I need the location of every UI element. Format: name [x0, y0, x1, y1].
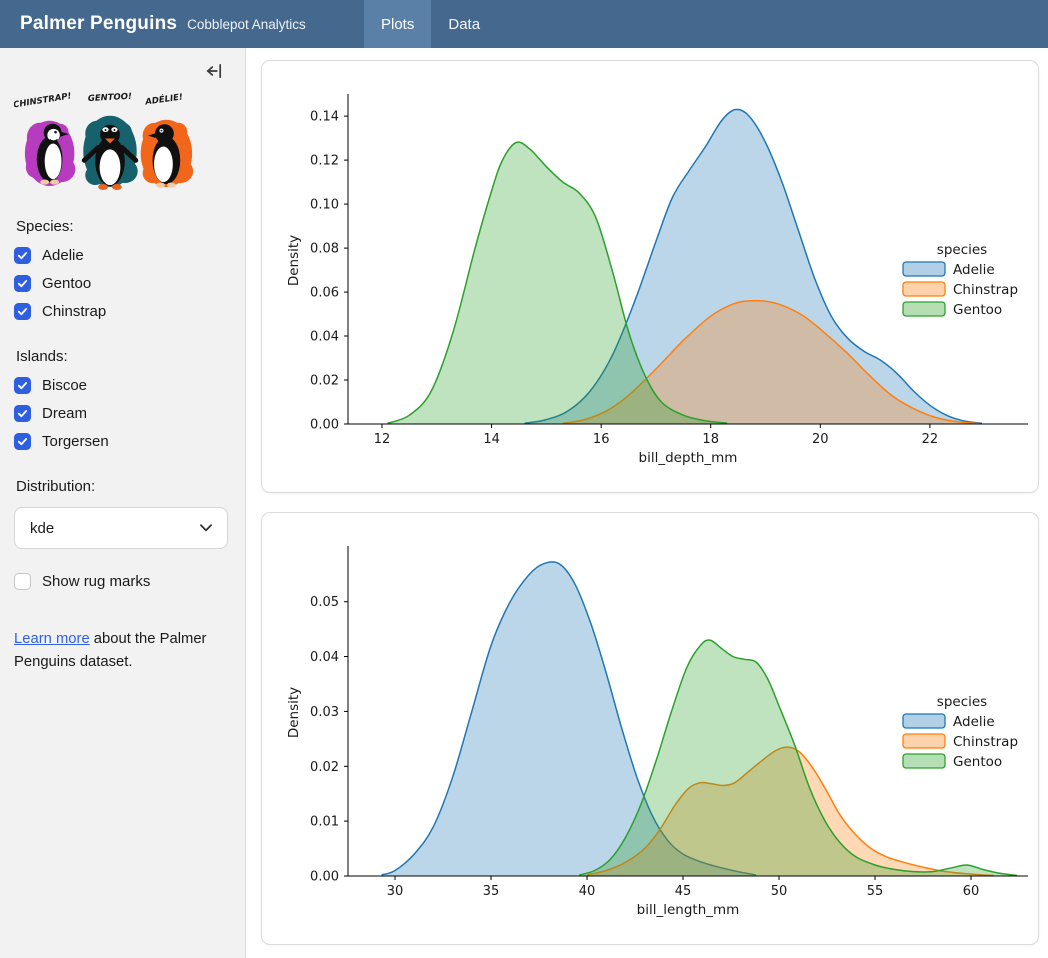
distribution-label: Distribution:	[16, 478, 229, 495]
chinstrap-label: CHINSTRAP!	[14, 91, 72, 110]
check-icon	[17, 380, 28, 391]
checkbox[interactable]	[14, 433, 31, 450]
tab-plots[interactable]: Plots	[364, 0, 431, 48]
tab-data[interactable]: Data	[431, 0, 497, 48]
bill-length-density-plot: 30 35 40 45 50 55 60 0.00 0.01 0.02 0.03 0.04 0.05 bi…	[262, 513, 1038, 926]
svg-text:bill_length_mm: bill_length_mm	[637, 902, 740, 918]
checkbox-label: Gentoo	[42, 275, 91, 292]
svg-text:50: 50	[771, 884, 788, 899]
svg-text:0.01: 0.01	[310, 815, 339, 830]
svg-text:Gentoo: Gentoo	[953, 302, 1002, 318]
svg-text:35: 35	[483, 884, 500, 899]
svg-text:0.05: 0.05	[310, 595, 339, 610]
svg-text:Density: Density	[286, 235, 302, 286]
checkbox[interactable]	[14, 275, 31, 292]
app-subtitle: Cobblepot Analytics	[187, 17, 306, 32]
adelie-label: ADÉLIE!	[144, 90, 184, 107]
gentoo-label: GENTOO!	[88, 92, 133, 104]
bill-length-card: 30 35 40 45 50 55 60 0.00 0.01 0.02 0.03 0.04 0.05 bi…	[261, 512, 1039, 945]
sidebar: CHINSTRAP! GENTOO! ADÉLIE! Species: Adel…	[0, 48, 246, 958]
svg-text:16: 16	[593, 432, 610, 447]
svg-text:40: 40	[579, 884, 596, 899]
svg-text:0.08: 0.08	[310, 242, 339, 257]
distribution-select[interactable]: kde	[14, 507, 228, 549]
main-content: 12 14 16 18 20 22 0.00 0.02 0.04 0.06 0.08 0.10 0.12…	[246, 48, 1048, 958]
svg-text:0.04: 0.04	[310, 650, 339, 665]
learn-more-link[interactable]: Learn more	[14, 631, 90, 647]
bill-depth-card: 12 14 16 18 20 22 0.00 0.02 0.04 0.06 0.08 0.10 0.12…	[261, 60, 1039, 493]
svg-text:Adelie: Adelie	[953, 262, 995, 278]
svg-text:22: 22	[922, 432, 939, 447]
svg-text:0.02: 0.02	[310, 760, 339, 775]
svg-text:species: species	[937, 694, 987, 710]
svg-text:0.03: 0.03	[310, 705, 339, 720]
svg-text:0.00: 0.00	[310, 418, 339, 433]
svg-text:60: 60	[963, 884, 980, 899]
collapse-sidebar-button[interactable]	[205, 62, 223, 80]
checkbox-label: Show rug marks	[42, 573, 150, 590]
chevron-down-icon	[200, 524, 212, 532]
check-icon	[17, 436, 28, 447]
penguins-artwork: CHINSTRAP! GENTOO! ADÉLIE!	[14, 88, 229, 202]
app-brand: Palmer Penguins Cobblepot Analytics	[0, 0, 344, 48]
learn-more-text: Learn more about the Palmer Penguins dat…	[14, 628, 230, 674]
svg-text:55: 55	[867, 884, 884, 899]
navbar: Palmer Penguins Cobblepot Analytics Plot…	[0, 0, 1048, 48]
svg-text:bill_depth_mm: bill_depth_mm	[639, 450, 738, 466]
svg-text:0.00: 0.00	[310, 870, 339, 885]
distribution-selected-value: kde	[30, 520, 54, 537]
species-checkbox-chinstrap[interactable]: Chinstrap	[14, 303, 229, 320]
svg-text:Adelie: Adelie	[953, 714, 995, 730]
svg-text:18: 18	[702, 432, 719, 447]
checkbox[interactable]	[14, 303, 31, 320]
svg-text:0.10: 0.10	[310, 198, 339, 213]
checkbox[interactable]	[14, 405, 31, 422]
check-icon	[17, 278, 28, 289]
species-group-label: Species:	[16, 218, 229, 235]
svg-text:0.02: 0.02	[310, 374, 339, 389]
bill-depth-density-plot: 12 14 16 18 20 22 0.00 0.02 0.04 0.06 0.08 0.10 0.12…	[262, 61, 1038, 474]
islands-group-label: Islands:	[16, 348, 229, 365]
app-title: Palmer Penguins	[20, 13, 177, 35]
islands-checkbox-dream[interactable]: Dream	[14, 405, 229, 422]
svg-text:0.14: 0.14	[310, 110, 339, 125]
check-icon	[17, 408, 28, 419]
islands-checkbox-biscoe[interactable]: Biscoe	[14, 377, 229, 394]
svg-text:species: species	[937, 242, 987, 258]
check-icon	[17, 250, 28, 261]
species-checkbox-gentoo[interactable]: Gentoo	[14, 275, 229, 292]
collapse-sidebar-icon	[205, 62, 223, 80]
svg-text:12: 12	[374, 432, 391, 447]
checkbox-label: Biscoe	[42, 377, 87, 394]
svg-text:0.04: 0.04	[310, 330, 339, 345]
svg-text:Density: Density	[286, 687, 302, 738]
checkbox-label: Torgersen	[42, 433, 109, 450]
svg-text:Chinstrap: Chinstrap	[953, 282, 1018, 298]
svg-text:Gentoo: Gentoo	[953, 754, 1002, 770]
checkbox-label: Chinstrap	[42, 303, 106, 320]
svg-text:Chinstrap: Chinstrap	[953, 734, 1018, 750]
checkbox[interactable]	[14, 573, 31, 590]
species-checkbox-adelie[interactable]: Adelie	[14, 247, 229, 264]
checkbox-label: Dream	[42, 405, 87, 422]
check-icon	[17, 306, 28, 317]
nav-tabs: Plots Data	[364, 0, 497, 48]
checkbox-label: Adelie	[42, 247, 84, 264]
svg-text:30: 30	[387, 884, 404, 899]
svg-text:20: 20	[812, 432, 829, 447]
show-rug-marks-checkbox[interactable]: Show rug marks	[14, 573, 229, 590]
svg-text:45: 45	[675, 884, 692, 899]
checkbox[interactable]	[14, 247, 31, 264]
penguins-artwork-image: CHINSTRAP! GENTOO! ADÉLIE!	[14, 88, 204, 197]
islands-checkbox-torgersen[interactable]: Torgersen	[14, 433, 229, 450]
checkbox[interactable]	[14, 377, 31, 394]
svg-text:0.12: 0.12	[310, 154, 339, 169]
svg-text:14: 14	[483, 432, 500, 447]
svg-text:0.06: 0.06	[310, 286, 339, 301]
